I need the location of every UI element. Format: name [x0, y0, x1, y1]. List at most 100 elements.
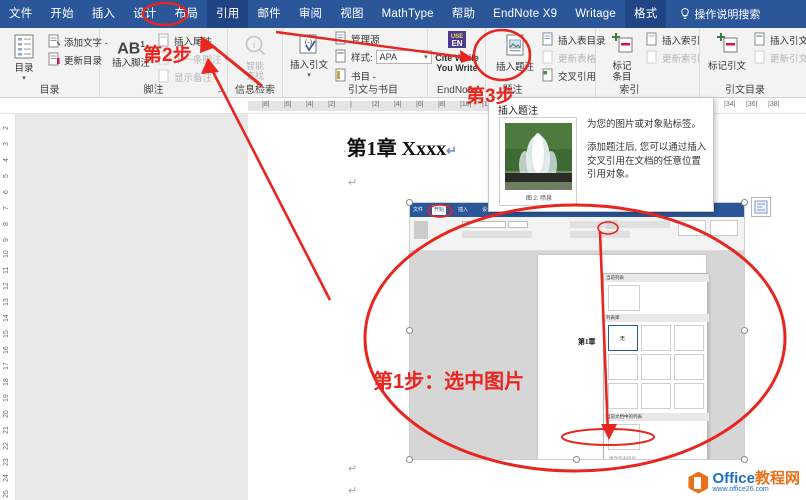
- office-logo-icon: [688, 471, 709, 494]
- endnote-badge-icon: USE EN: [446, 30, 468, 53]
- mark-entry-icon: [610, 33, 634, 61]
- gallery-section-current-list: 当前列表: [604, 274, 709, 282]
- tab-references[interactable]: 引用: [207, 0, 249, 28]
- gallery-cell-6: [674, 354, 704, 380]
- manage-sources-label: 管理源: [351, 34, 380, 46]
- tab-insert[interactable]: 插入: [83, 0, 124, 28]
- tab-layout[interactable]: 布局: [166, 0, 207, 28]
- ruler-tick: |: [350, 101, 352, 108]
- document-heading[interactable]: ·第1章 Xxxx↵: [343, 132, 457, 161]
- insert-toa-label: 插入引文目录: [770, 35, 806, 47]
- mark-citation-button[interactable]: 标记引文: [706, 33, 748, 73]
- tab-help[interactable]: 帮助: [443, 0, 484, 28]
- tab-file[interactable]: 文件: [0, 0, 41, 28]
- update-toa-icon: [754, 50, 765, 64]
- tab-writage[interactable]: Writage: [566, 0, 625, 28]
- ruler-tick: |2|: [328, 101, 336, 108]
- gallery-cell-9: [674, 383, 704, 409]
- update-toa-button[interactable]: 更新引文目录: [754, 50, 806, 65]
- insert-caption-icon: [503, 34, 527, 62]
- vertical-ruler-tick: 15: [3, 330, 10, 338]
- update-toc-button[interactable]: 更新目录: [48, 52, 102, 67]
- watermark: Office教程网 www.office26.com: [688, 471, 800, 494]
- ruler-tick: |2|: [372, 101, 380, 108]
- update-index-label: 更新索引: [662, 53, 701, 65]
- cite-while-you-write-button[interactable]: USE EN Cite While You Write: [431, 30, 483, 74]
- gallery-section-current-doc: 当前文档中的列表: [604, 413, 709, 421]
- svg-text:i: i: [253, 40, 256, 51]
- selection-handle-tr[interactable]: [741, 199, 748, 206]
- add-text-button[interactable]: 添加文字 -: [48, 34, 108, 49]
- group-title-research: 信息检索: [235, 85, 275, 96]
- vertical-ruler-tick: 21: [3, 426, 10, 434]
- toc-button[interactable]: 目录 ▾: [6, 34, 42, 83]
- gallery-cell-4: [608, 354, 638, 380]
- mark-citation-label: 标记引文: [707, 61, 746, 73]
- vertical-ruler-tick: 14: [3, 314, 10, 322]
- mark-citation-icon: [715, 33, 739, 61]
- embedded-ribbon: [410, 217, 744, 251]
- update-toa-label: 更新引文目录: [770, 53, 806, 65]
- update-index-button[interactable]: 更新索引: [646, 50, 700, 65]
- gallery-change-list-level: 更改列表级别: [609, 456, 636, 460]
- embedded-size-box: [508, 221, 528, 228]
- embedded-screenshot-image[interactable]: 文件 开始 插入 设计 操作说明搜索 第1章 当前列表 列表库: [409, 202, 745, 460]
- selection-handle-br[interactable]: [741, 456, 748, 463]
- annotation-step2-label: 第2步: [143, 45, 192, 66]
- insert-caption-button[interactable]: 插入题注: [492, 34, 538, 74]
- selection-handle-tl[interactable]: [406, 199, 413, 206]
- vertical-ruler[interactable]: 2 3 4 5 6 7 8 9 10 11 12 13 14 15 16 17 18 19 20 21 22 23 24 25: [0, 114, 16, 500]
- insert-index-label: 插入索引: [662, 35, 701, 47]
- tab-mailings[interactable]: 邮件: [248, 0, 289, 28]
- selection-handle-mr[interactable]: [741, 327, 748, 334]
- group-title-footnotes: 脚注: [143, 85, 164, 96]
- manage-sources-button[interactable]: 管理源: [335, 31, 380, 46]
- style-select-row[interactable]: 样式: APA ▾: [335, 49, 432, 64]
- tab-view[interactable]: 视图: [331, 0, 372, 28]
- update-index-icon: [646, 50, 657, 64]
- insert-citation-arrow[interactable]: ▾: [307, 72, 311, 80]
- watermark-brand: Office教程网: [712, 471, 800, 486]
- insert-toa-button[interactable]: 插入引文目录: [754, 32, 806, 47]
- update-table-button[interactable]: 更新表格: [542, 50, 596, 65]
- tab-home[interactable]: 开始: [41, 0, 82, 28]
- selection-handle-bm[interactable]: [573, 456, 580, 463]
- tab-review[interactable]: 审阅: [290, 0, 331, 28]
- vertical-ruler-tick: 18: [3, 378, 10, 386]
- vertical-ruler-tick: 24: [3, 474, 10, 482]
- svg-text:EN: EN: [451, 39, 462, 48]
- ruler-tick: |6|: [284, 101, 292, 108]
- insert-caption-label: 插入题注: [495, 62, 534, 74]
- vertical-ruler-tick: 6: [3, 190, 10, 194]
- smart-lookup-icon: i: [243, 34, 267, 61]
- insert-index-button[interactable]: 插入索引: [646, 32, 700, 47]
- tooltip-body: 为您的图片或对象贴标签。 添加题注后, 您可以通过插入交叉引用在文档的任意位置引…: [587, 118, 707, 182]
- tab-design[interactable]: 设计: [124, 0, 165, 28]
- mark-entry-button[interactable]: 标记 条目: [604, 33, 640, 83]
- cwyw-line2: You Write: [436, 62, 478, 73]
- tab-format[interactable]: 格式: [625, 0, 667, 28]
- fountain-photo: [505, 123, 572, 190]
- tell-me-search[interactable]: 操作说明搜索: [666, 6, 760, 22]
- footnotes-dialog-launcher[interactable]: ⌐: [218, 87, 223, 96]
- selection-handle-bl[interactable]: [406, 456, 413, 463]
- vertical-ruler-tick: 13: [3, 298, 10, 306]
- insert-citation-button[interactable]: (-) 插入引文 ▾: [287, 33, 331, 80]
- toc-icon: [13, 34, 35, 63]
- insert-index-icon: [646, 32, 657, 46]
- smart-lookup-button[interactable]: i 智能 查找: [234, 34, 276, 82]
- vertical-ruler-tick: 4: [3, 158, 10, 162]
- gallery-cell-5: [641, 354, 671, 380]
- ribbon-group-research: i 智能 查找 信息检索: [228, 28, 283, 98]
- selection-handle-ml[interactable]: [406, 327, 413, 334]
- layout-options-button[interactable]: [751, 197, 771, 217]
- ruler-tick: |8|: [438, 101, 446, 108]
- gallery-current-list-cell: [608, 285, 640, 311]
- tab-endnote[interactable]: EndNote X9: [484, 0, 566, 28]
- tooltip-thumbnail: 图 2: 喷泉: [499, 117, 577, 206]
- insert-citation-label: 插入引文: [289, 60, 328, 72]
- style-combobox[interactable]: APA ▾: [375, 49, 432, 64]
- vertical-ruler-tick: 17: [3, 362, 10, 370]
- tab-mathtype[interactable]: MathType: [373, 0, 443, 28]
- ribbon: 目录 ▾ 添加文字 - 更新目录 目录 AB1 插入脚注 插入尾注 下一条脚注 …: [0, 28, 806, 98]
